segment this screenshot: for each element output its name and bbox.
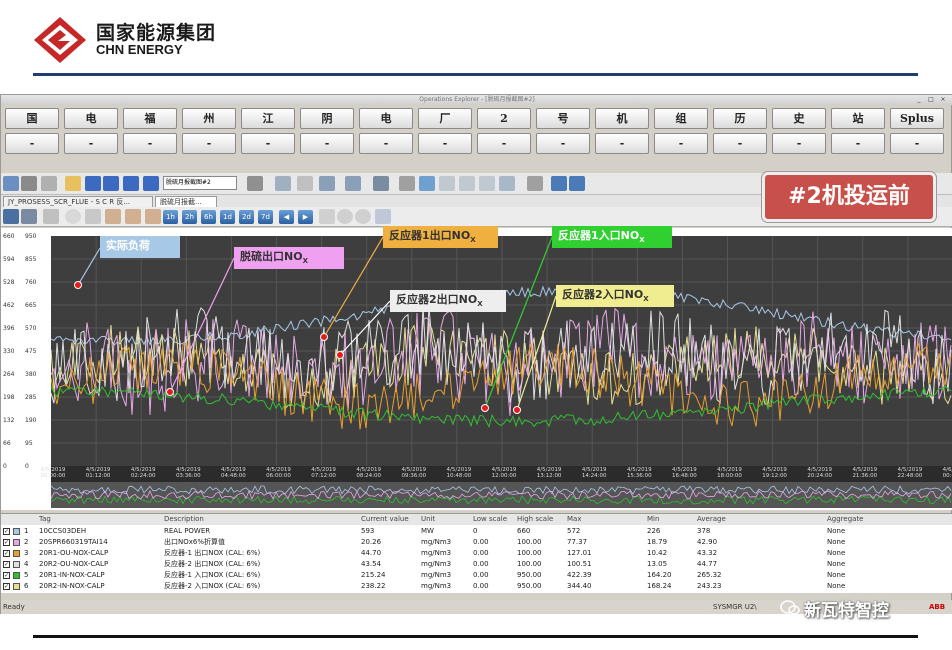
watermark-text: 新瓦特智控 xyxy=(804,601,889,621)
marker-desulf-out xyxy=(166,388,174,396)
marker-r2-in xyxy=(513,406,521,414)
marker-r1-out xyxy=(320,333,328,341)
marker-r2-out xyxy=(336,351,344,359)
unit2-status-badge: #2机投运前 xyxy=(762,172,936,222)
marker-r1-in xyxy=(481,404,489,412)
marker-load xyxy=(74,281,82,289)
callout-leaders xyxy=(77,236,557,411)
footer-divider xyxy=(33,635,918,638)
wechat-icon xyxy=(780,600,800,615)
